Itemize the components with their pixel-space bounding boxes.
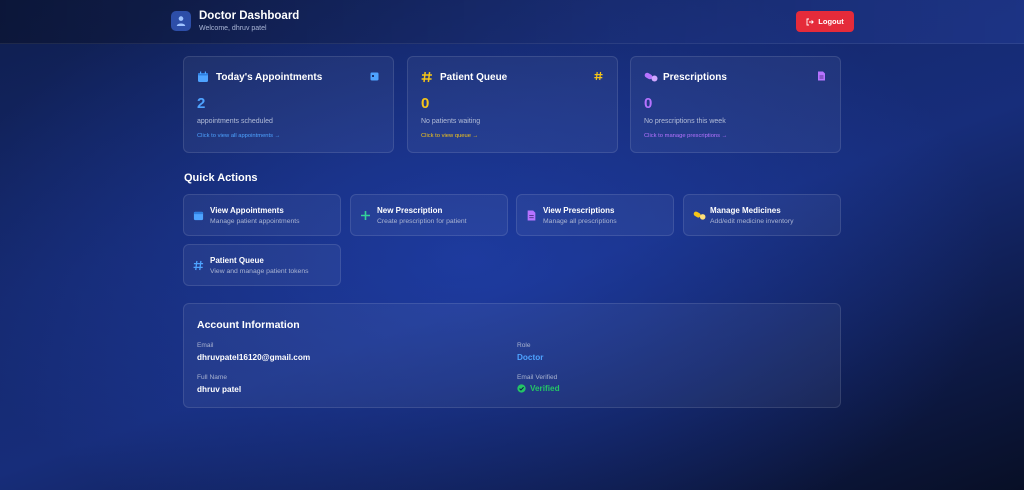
new-prescription-action[interactable]: New Prescription Create prescription for… xyxy=(350,194,508,236)
quick-actions-title: Quick Actions xyxy=(184,172,258,184)
email-label: Email xyxy=(197,342,214,349)
action-title: View Prescriptions xyxy=(543,206,615,215)
action-title: View Appointments xyxy=(210,206,284,215)
hash-badge-icon xyxy=(594,71,603,81)
calendar-icon xyxy=(193,210,204,221)
view-prescriptions-action[interactable]: View Prescriptions Manage all prescripti… xyxy=(516,194,674,236)
stat-description: appointments scheduled xyxy=(197,118,273,125)
patient-queue-action[interactable]: Patient Queue View and manage patient to… xyxy=(183,244,341,286)
welcome-text: Welcome, dhruv patel xyxy=(199,25,267,32)
stat-value: 0 xyxy=(421,95,430,112)
prescriptions-card[interactable]: Prescriptions 0 No prescriptions this we… xyxy=(630,56,841,153)
action-subtitle: Manage all prescriptions xyxy=(543,218,617,225)
manage-prescriptions-link[interactable]: Click to manage prescriptions → xyxy=(644,133,727,139)
email-value: dhruvpatel16120@gmail.com xyxy=(197,353,311,362)
view-queue-link[interactable]: Click to view queue → xyxy=(421,133,478,139)
manage-medicines-action[interactable]: Manage Medicines Add/edit medicine inven… xyxy=(683,194,841,236)
action-title: Patient Queue xyxy=(210,256,264,265)
stat-description: No prescriptions this week xyxy=(644,118,726,125)
calendar-icon xyxy=(197,71,209,83)
account-title: Account Information xyxy=(197,319,300,331)
account-information-card: Account Information Email dhruvpatel1612… xyxy=(183,303,841,408)
pills-icon xyxy=(693,210,706,221)
stat-value: 2 xyxy=(197,95,206,112)
plus-icon xyxy=(360,210,371,221)
verified-status: Verified xyxy=(517,384,560,393)
email-verified-label: Email Verified xyxy=(517,374,558,381)
pills-icon xyxy=(644,71,658,83)
patient-queue-card[interactable]: Patient Queue 0 No patients waiting Clic… xyxy=(407,56,618,153)
hash-icon xyxy=(421,71,433,83)
stat-title: Prescriptions xyxy=(663,72,727,83)
logout-icon xyxy=(806,18,815,26)
document-icon xyxy=(526,210,537,221)
action-subtitle: View and manage patient tokens xyxy=(210,268,309,275)
action-subtitle: Add/edit medicine inventory xyxy=(710,218,794,225)
action-title: New Prescription xyxy=(377,206,443,215)
stat-title: Today's Appointments xyxy=(216,72,323,83)
full-name-label: Full Name xyxy=(197,374,228,381)
role-value: Doctor xyxy=(517,353,544,362)
document-badge-icon xyxy=(817,71,826,81)
page-title: Doctor Dashboard xyxy=(199,10,300,22)
hash-icon xyxy=(193,260,204,271)
stat-value: 0 xyxy=(644,95,653,112)
top-bar: Doctor Dashboard Welcome, dhruv patel Lo… xyxy=(0,0,1024,44)
calendar-badge-icon xyxy=(370,71,379,81)
stat-description: No patients waiting xyxy=(421,118,481,125)
full-name-value: dhruv patel xyxy=(197,385,242,394)
logout-label: Logout xyxy=(818,17,844,26)
view-all-appointments-link[interactable]: Click to view all appointments → xyxy=(197,133,280,139)
todays-appointments-card[interactable]: Today's Appointments 2 appointments sche… xyxy=(183,56,394,153)
action-title: Manage Medicines xyxy=(710,206,781,215)
doctor-avatar-icon xyxy=(171,11,191,31)
action-subtitle: Create prescription for patient xyxy=(377,218,467,225)
role-label: Role xyxy=(517,342,531,349)
verified-label: Verified xyxy=(530,384,560,393)
action-subtitle: Manage patient appointments xyxy=(210,218,300,225)
logout-button[interactable]: Logout xyxy=(796,11,854,32)
view-appointments-action[interactable]: View Appointments Manage patient appoint… xyxy=(183,194,341,236)
stat-title: Patient Queue xyxy=(440,72,508,83)
check-circle-icon xyxy=(517,384,526,393)
